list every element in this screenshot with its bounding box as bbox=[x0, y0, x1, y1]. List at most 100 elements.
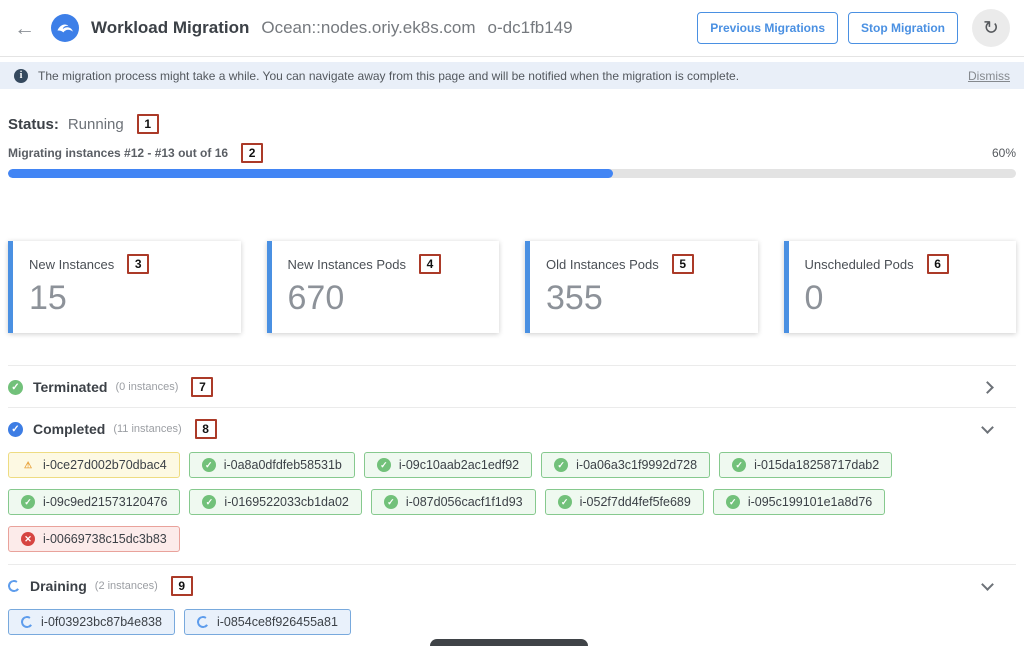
annotation-marker-6: 6 bbox=[927, 254, 949, 274]
card-top: New Instances Pods 4 bbox=[288, 254, 484, 274]
completed-check-icon: ✓ bbox=[8, 422, 23, 437]
section-count: (0 instances) bbox=[115, 381, 178, 393]
section-title: Completed bbox=[33, 421, 105, 437]
instance-chip: ✓ i-087d056cacf1f1d93 bbox=[371, 489, 536, 515]
spinner-icon bbox=[196, 615, 210, 629]
instance-chip: ✓ i-0169522033cb1da02 bbox=[189, 489, 361, 515]
instance-id: i-0a06a3c1f9992d728 bbox=[576, 458, 697, 472]
instance-chip: ✓ i-09c10aab2ac1edf92 bbox=[364, 452, 532, 478]
instance-id: i-0169522033cb1da02 bbox=[224, 495, 348, 509]
ocean-id: o-dc1fb149 bbox=[488, 18, 573, 38]
instance-chip: ✓ i-09c9ed21573120476 bbox=[8, 489, 180, 515]
instance-chip: ⚠ i-0ce27d002b70dbac4 bbox=[8, 452, 180, 478]
annotation-marker-1: 1 bbox=[137, 114, 159, 134]
instance-id: i-095c199101e1a8d76 bbox=[748, 495, 872, 509]
instance-chip: ✕ i-00669738c15dc3b83 bbox=[8, 526, 180, 552]
success-check-icon: ✓ bbox=[202, 458, 216, 472]
instance-id: i-0f03923bc87b4e838 bbox=[41, 615, 162, 629]
instance-chip: i-0854ce8f926455a81 bbox=[184, 609, 351, 635]
instance-id: i-015da18258717dab2 bbox=[754, 458, 879, 472]
success-check-icon: ✓ bbox=[384, 495, 398, 509]
stop-migration-button[interactable]: Stop Migration bbox=[848, 12, 958, 44]
instance-chip: ✓ i-0a8a0dfdfeb58531b bbox=[189, 452, 355, 478]
annotation-marker-4: 4 bbox=[419, 254, 441, 274]
instance-id: i-0ce27d002b70dbac4 bbox=[43, 458, 167, 472]
banner-message: The migration process might take a while… bbox=[38, 69, 739, 83]
card-value: 670 bbox=[288, 280, 484, 317]
back-arrow-icon[interactable]: ← bbox=[14, 18, 35, 39]
status-value: Running bbox=[68, 116, 124, 133]
instance-id: i-00669738c15dc3b83 bbox=[43, 532, 167, 546]
annotation-marker-9: 9 bbox=[171, 576, 193, 596]
migration-progress-row: Migrating instances #12 - #13 out of 16 … bbox=[8, 143, 1016, 163]
section-header-completed[interactable]: ✓ Completed (11 instances) 8 bbox=[8, 408, 1016, 449]
instance-chips: ⚠ i-0ce27d002b70dbac4 ✓ i-0a8a0dfdfeb58531b… bbox=[8, 449, 1016, 564]
instance-id: i-052f7dd4fef5fe689 bbox=[580, 495, 691, 509]
instance-id: i-09c9ed21573120476 bbox=[43, 495, 167, 509]
instance-chip: ✓ i-095c199101e1a8d76 bbox=[713, 489, 885, 515]
section-count: (2 instances) bbox=[95, 580, 158, 592]
annotation-marker-7: 7 bbox=[191, 377, 213, 397]
status-row: Status: Running 1 bbox=[8, 114, 1016, 134]
chevron-right-icon[interactable] bbox=[981, 381, 994, 394]
annotation-marker-3: 3 bbox=[127, 254, 149, 274]
page-title: Workload Migration bbox=[91, 18, 249, 38]
instance-id: i-087d056cacf1f1d93 bbox=[406, 495, 523, 509]
page-header: ← Workload Migration Ocean::nodes.oriy.e… bbox=[0, 0, 1024, 57]
card-top: Old Instances Pods5 bbox=[546, 254, 742, 274]
success-check-icon: ✓ bbox=[8, 380, 23, 395]
refresh-button[interactable]: ↻ bbox=[972, 9, 1010, 47]
card-top: Unscheduled Pods 6 bbox=[805, 254, 1001, 274]
cluster-name: Ocean::nodes.oriy.ek8s.com bbox=[261, 18, 475, 38]
ocean-logo-icon bbox=[51, 14, 79, 42]
info-banner: i The migration process might take a whi… bbox=[0, 62, 1024, 89]
instance-id: i-09c10aab2ac1edf92 bbox=[399, 458, 519, 472]
success-check-icon: ✓ bbox=[202, 495, 216, 509]
card-label: New Instances Pods bbox=[288, 257, 407, 272]
success-check-icon: ✓ bbox=[21, 495, 35, 509]
info-icon: i bbox=[14, 69, 28, 83]
success-check-icon: ✓ bbox=[732, 458, 746, 472]
refresh-icon: ↻ bbox=[983, 17, 999, 40]
status-label: Status: bbox=[8, 116, 59, 133]
card-value: 0 bbox=[805, 280, 1001, 317]
success-check-icon: ✓ bbox=[377, 458, 391, 472]
stat-card-unscheduled-pods: Unscheduled Pods 6 0 bbox=[784, 241, 1017, 333]
card-label: Unscheduled Pods bbox=[805, 257, 914, 272]
chevron-down-icon[interactable] bbox=[981, 578, 994, 591]
spinner-icon bbox=[7, 579, 21, 593]
warning-triangle-icon: ⚠ bbox=[21, 458, 35, 472]
chevron-down-icon[interactable] bbox=[981, 421, 994, 434]
success-check-icon: ✓ bbox=[558, 495, 572, 509]
error-x-icon: ✕ bbox=[21, 532, 35, 546]
instance-chip: ✓ i-052f7dd4fef5fe689 bbox=[545, 489, 704, 515]
spinner-icon bbox=[20, 615, 34, 629]
card-label: New Instances bbox=[29, 257, 114, 272]
instance-chip: i-0f03923bc87b4e838 bbox=[8, 609, 175, 635]
progress-percent: 60% bbox=[992, 146, 1016, 160]
dismiss-link[interactable]: Dismiss bbox=[968, 69, 1010, 83]
section-header-draining[interactable]: Draining (2 instances) 9 bbox=[8, 565, 1016, 606]
stat-card-new-instances: New Instances 3 15 bbox=[8, 241, 241, 333]
stat-card-old-instances-pods: Old Instances Pods5 355 bbox=[525, 241, 758, 333]
annotation-marker-2: 2 bbox=[241, 143, 263, 163]
card-value: 15 bbox=[29, 280, 225, 317]
progress-bar bbox=[8, 169, 1016, 178]
bottom-overlay-bar bbox=[430, 639, 588, 646]
section-count: (11 instances) bbox=[113, 423, 181, 435]
section-header-terminated[interactable]: ✓ Terminated (0 instances) 7 bbox=[8, 366, 1016, 407]
migrating-instances-text: Migrating instances #12 - #13 out of 16 bbox=[8, 146, 228, 160]
sections: ✓ Terminated (0 instances) 7 ✓ Completed (11 i… bbox=[8, 365, 1016, 646]
instance-id: i-0a8a0dfdfeb58531b bbox=[224, 458, 342, 472]
success-check-icon: ✓ bbox=[554, 458, 568, 472]
annotation-marker-5: 5 bbox=[672, 254, 694, 274]
progress-fill bbox=[8, 169, 613, 178]
annotation-marker-8: 8 bbox=[195, 419, 217, 439]
card-value: 355 bbox=[546, 280, 742, 317]
instance-id: i-0854ce8f926455a81 bbox=[217, 615, 338, 629]
instance-chip: ✓ i-0a06a3c1f9992d728 bbox=[541, 452, 710, 478]
section-title: Terminated bbox=[33, 379, 107, 395]
success-check-icon: ✓ bbox=[726, 495, 740, 509]
previous-migrations-button[interactable]: Previous Migrations bbox=[697, 12, 838, 44]
section-title: Draining bbox=[30, 578, 87, 594]
